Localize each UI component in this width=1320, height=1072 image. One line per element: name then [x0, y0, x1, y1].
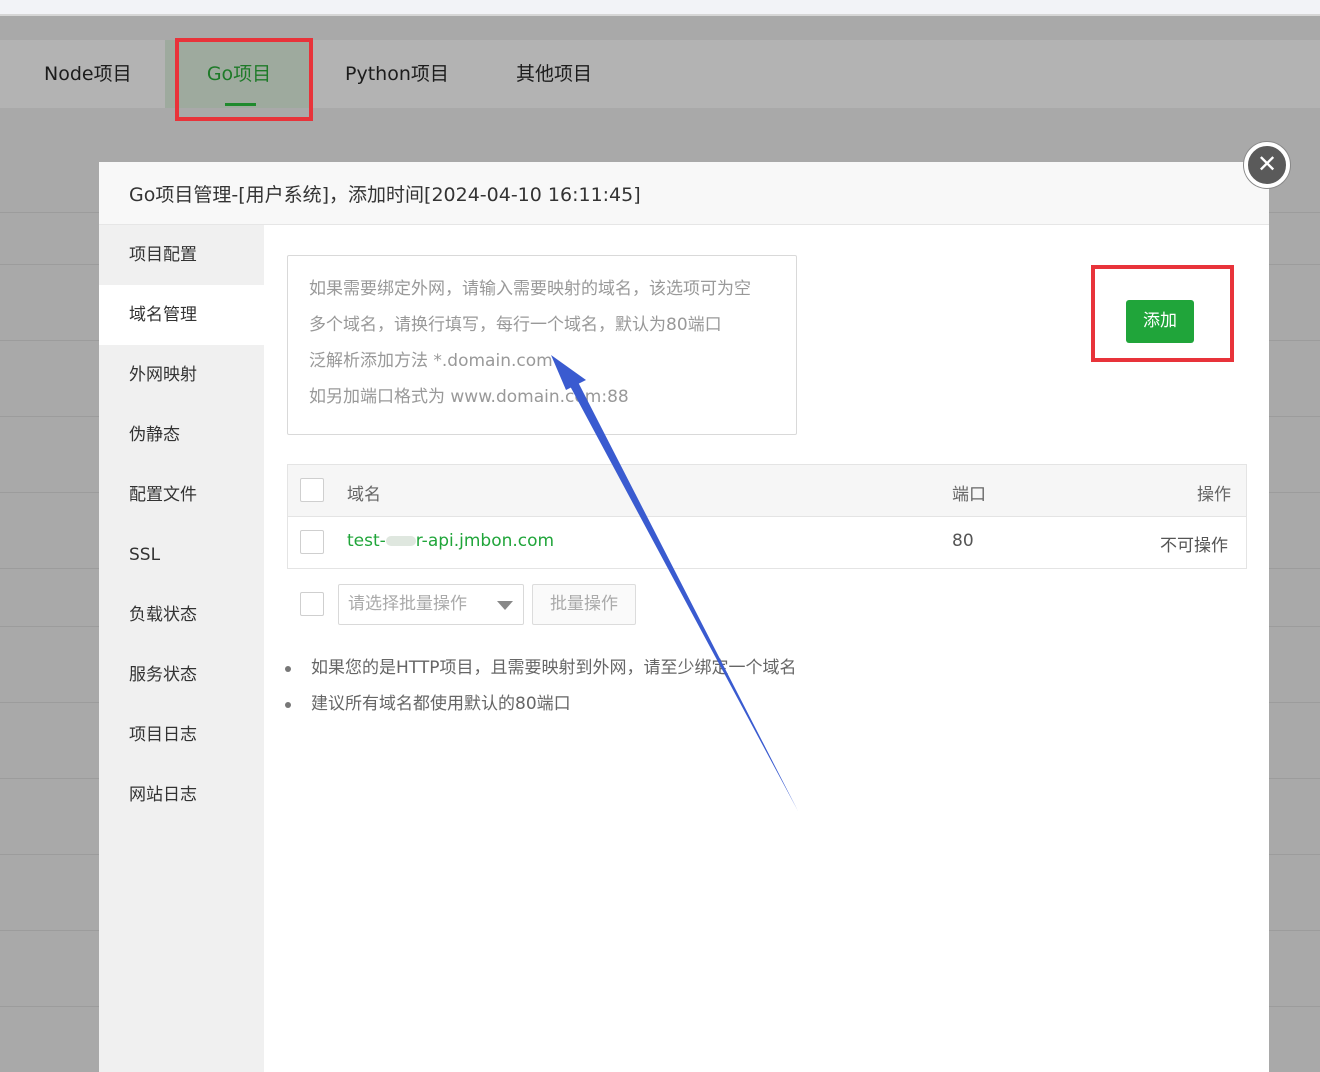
chevron-down-icon: [497, 601, 513, 610]
sidebar-item-domain-management[interactable]: 域名管理: [99, 285, 264, 345]
domain-input-placeholder-line: 泛解析添加方法 *.domain.com: [309, 351, 553, 371]
column-header-action: 操作: [1197, 485, 1231, 505]
domain-input[interactable]: 如果需要绑定外网，请输入需要映射的域名，该选项可为空 多个域名，请换行填写，每行…: [287, 255, 797, 435]
sidebar-item-project-log[interactable]: 项目日志: [99, 705, 264, 765]
sidebar-item-project-config[interactable]: 项目配置: [99, 225, 264, 285]
domain-table: 域名 端口 操作 test-r-api.jmbon.com 80 不可操作: [287, 464, 1247, 569]
action-text: 不可操作: [1160, 536, 1228, 556]
domain-input-placeholder-line: 多个域名，请换行填写，每行一个域名，默认为80端口: [309, 315, 722, 335]
domain-input-placeholder-line: 如果需要绑定外网，请输入需要映射的域名，该选项可为空: [309, 279, 751, 299]
batch-operation-select[interactable]: 请选择批量操作: [338, 584, 524, 625]
sidebar-item-service-status[interactable]: 服务状态: [99, 645, 264, 705]
tip-text: 如果您的是HTTP项目，且需要映射到外网，请至少绑定一个域名: [311, 658, 797, 678]
port-value: 80: [952, 531, 974, 551]
dialog-title: Go项目管理-[用户系统]，添加时间[2024-04-10 16:11:45]: [129, 184, 641, 206]
tips-list: 如果您的是HTTP项目，且需要映射到外网，请至少绑定一个域名 建议所有域名都使用…: [285, 656, 797, 728]
highlight-box-add-button: [1091, 265, 1234, 362]
bullet-icon: [285, 702, 291, 708]
bullet-icon: [285, 666, 291, 672]
column-header-domain: 域名: [347, 485, 381, 505]
batch-operation-button[interactable]: 批量操作: [532, 584, 636, 625]
table-row: test-r-api.jmbon.com 80 不可操作: [288, 517, 1246, 568]
sidebar-item-ssl[interactable]: SSL: [99, 525, 264, 585]
sidebar-item-config-file[interactable]: 配置文件: [99, 465, 264, 525]
domain-prefix: test-: [347, 531, 386, 551]
tab-python[interactable]: Python项目: [345, 40, 449, 108]
tip-item: 如果您的是HTTP项目，且需要映射到外网，请至少绑定一个域名: [285, 656, 797, 692]
select-all-checkbox[interactable]: [300, 478, 324, 502]
dialog-header: Go项目管理-[用户系统]，添加时间[2024-04-10 16:11:45]: [99, 162, 1269, 225]
top-strip: [0, 0, 1320, 16]
go-project-dialog: Go项目管理-[用户系统]，添加时间[2024-04-10 16:11:45] …: [99, 162, 1269, 1072]
sidebar-item-rewrite[interactable]: 伪静态: [99, 405, 264, 465]
table-header: 域名 端口 操作: [288, 465, 1246, 517]
sidebar-item-load-status[interactable]: 负载状态: [99, 585, 264, 645]
domain-suffix: r-api.jmbon.com: [415, 531, 555, 551]
tip-text: 建议所有域名都使用默认的80端口: [311, 694, 571, 714]
domain-input-placeholder-line: 如另加端口格式为 www.domain.com:88: [309, 387, 629, 407]
row-checkbox[interactable]: [300, 530, 324, 554]
redacted-blur: [385, 536, 416, 546]
close-icon[interactable]: ✕: [1244, 142, 1290, 188]
column-header-port: 端口: [952, 485, 986, 505]
batch-select-checkbox[interactable]: [300, 592, 324, 616]
sidebar-item-site-log[interactable]: 网站日志: [99, 765, 264, 825]
batch-select-placeholder: 请选择批量操作: [348, 594, 467, 614]
domain-link[interactable]: test-r-api.jmbon.com: [347, 531, 554, 551]
highlight-box-go-tab: [175, 38, 313, 121]
sidebar-item-external-mapping[interactable]: 外网映射: [99, 345, 264, 405]
tab-node[interactable]: Node项目: [44, 40, 132, 108]
tip-item: 建议所有域名都使用默认的80端口: [285, 692, 797, 728]
dialog-sidebar: 项目配置 域名管理 外网映射 伪静态 配置文件 SSL 负载状态 服务状态 项目…: [99, 225, 264, 1072]
tab-other[interactable]: 其他项目: [516, 40, 592, 108]
